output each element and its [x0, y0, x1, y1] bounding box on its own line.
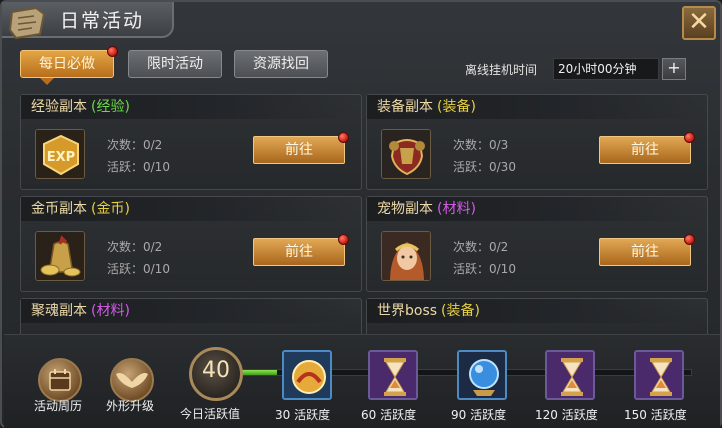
reward-label: 120 活跃度 — [535, 408, 598, 422]
card-tag: (经验) — [91, 99, 130, 115]
card-title: 世界boss — [377, 303, 438, 319]
offline-time-value: 20小时00分钟 — [553, 58, 659, 80]
activity-stat: 活跃：0/30 — [453, 160, 516, 174]
close-button[interactable]: ✕ — [682, 6, 716, 40]
go-button[interactable]: 前往 — [253, 234, 349, 266]
hourglass-icon — [547, 352, 593, 398]
go-button[interactable]: 前往 — [253, 132, 349, 164]
card-header: 宠物副本 (材料) — [367, 197, 707, 221]
activity-calendar-button[interactable] — [38, 358, 82, 402]
wings-icon — [116, 373, 148, 388]
dungeon-card-soul: 聚魂副本 (材料) — [20, 298, 362, 338]
dungeon-card-world-boss: 世界boss (装备) — [366, 298, 708, 338]
go-button[interactable]: 前往 — [599, 132, 695, 164]
activity-stat: 活跃：0/10 — [453, 262, 516, 276]
hourglass-icon — [636, 352, 682, 398]
card-tag: (装备) — [441, 303, 480, 319]
go-button-label: 前往 — [631, 142, 659, 158]
today-activity-value: 40 — [202, 358, 230, 383]
tab-label: 每日必做 — [39, 56, 95, 72]
reward-label: 90 活跃度 — [451, 408, 507, 422]
daily-activity-window: 日常活动 ✕ 每日必做 限时活动 资源找回 离线挂机时间 20小时00分钟 + … — [0, 0, 722, 428]
reward-150[interactable] — [634, 350, 684, 400]
dungeon-card-gold: 金币副本 (金币) 次数：0/2 活跃：0/10 前往 — [20, 196, 362, 292]
dungeon-card-equipment: 装备副本 (装备) 次数：0/3 活跃：0/30 前往 — [366, 94, 708, 190]
hourglass-icon — [370, 352, 416, 398]
card-header: 金币副本 (金币) — [21, 197, 361, 221]
tab-resource-recovery[interactable]: 资源找回 — [234, 50, 328, 78]
notification-badge — [338, 132, 349, 143]
card-header: 经验副本 (经验) — [21, 95, 361, 119]
tab-label: 限时活动 — [147, 56, 203, 72]
today-activity-label: 今日活跃值 — [180, 407, 241, 421]
armor-icon — [381, 129, 431, 179]
count-stat: 次数：0/2 — [107, 240, 163, 254]
appearance-upgrade-button[interactable] — [110, 358, 154, 402]
card-header: 世界boss (装备) — [367, 299, 707, 323]
card-tag: (金币) — [91, 201, 130, 217]
tab-label: 资源找回 — [253, 56, 309, 72]
svg-text:EXP: EXP — [47, 150, 75, 165]
window-title: 日常活动 — [60, 10, 145, 32]
dungeon-card-exp: 经验副本 (经验) EXP 次数：0/2 活跃：0/10 前往 — [20, 94, 362, 190]
reward-120[interactable] — [545, 350, 595, 400]
tab-daily-must-do[interactable]: 每日必做 — [20, 46, 118, 78]
activity-stat: 活跃：0/10 — [107, 160, 170, 174]
active-tab-pointer — [40, 78, 54, 85]
card-tag: (材料) — [437, 201, 476, 217]
activity-progress-fill — [241, 370, 277, 375]
dungeon-card-pet: 宠物副本 (材料) 次数：0/2 活跃：0/10 前往 — [366, 196, 708, 292]
plus-icon: + — [667, 58, 681, 77]
offline-time-label: 离线挂机时间 — [465, 63, 538, 77]
appearance-upgrade-label: 外形升级 — [106, 399, 155, 413]
count-stat: 次数：0/2 — [453, 240, 509, 254]
go-button[interactable]: 前往 — [599, 234, 695, 266]
title-tab: 日常活动 — [2, 2, 174, 40]
scroll-map-icon — [8, 6, 46, 40]
notification-badge — [684, 234, 695, 245]
close-icon: ✕ — [688, 7, 710, 37]
go-button-label: 前往 — [285, 244, 313, 260]
crystal-orb-icon — [459, 352, 505, 398]
card-tag: (装备) — [437, 99, 476, 115]
notification-badge — [338, 234, 349, 245]
exp-icon: EXP — [35, 129, 85, 179]
reward-30[interactable] — [282, 350, 332, 400]
notification-badge — [107, 46, 118, 57]
card-title: 金币副本 — [31, 201, 87, 217]
activity-calendar-label: 活动周历 — [34, 399, 83, 413]
card-tag: (材料) — [91, 303, 130, 319]
reward-90[interactable] — [457, 350, 507, 400]
reward-label: 150 活跃度 — [624, 408, 687, 422]
reward-label: 30 活跃度 — [275, 408, 331, 422]
reward-60[interactable] — [368, 350, 418, 400]
card-title: 经验副本 — [31, 99, 87, 115]
count-stat: 次数：0/3 — [453, 138, 509, 152]
reward-label: 60 活跃度 — [361, 408, 417, 422]
gold-coin-chest-icon — [284, 352, 330, 398]
tab-limited-time[interactable]: 限时活动 — [128, 50, 222, 78]
card-header: 装备副本 (装备) — [367, 95, 707, 119]
go-button-label: 前往 — [631, 244, 659, 260]
card-title: 装备副本 — [377, 99, 433, 115]
gold-bag-icon — [35, 231, 85, 281]
calendar-icon — [49, 369, 71, 391]
card-header: 聚魂副本 (材料) — [21, 299, 361, 323]
card-title: 聚魂副本 — [31, 303, 87, 319]
count-stat: 次数：0/2 — [107, 138, 163, 152]
notification-badge — [684, 132, 695, 143]
pet-portrait-icon — [381, 231, 431, 281]
card-title: 宠物副本 — [377, 201, 433, 217]
go-button-label: 前往 — [285, 142, 313, 158]
add-offline-time-button[interactable]: + — [662, 58, 686, 80]
activity-stat: 活跃：0/10 — [107, 262, 170, 276]
